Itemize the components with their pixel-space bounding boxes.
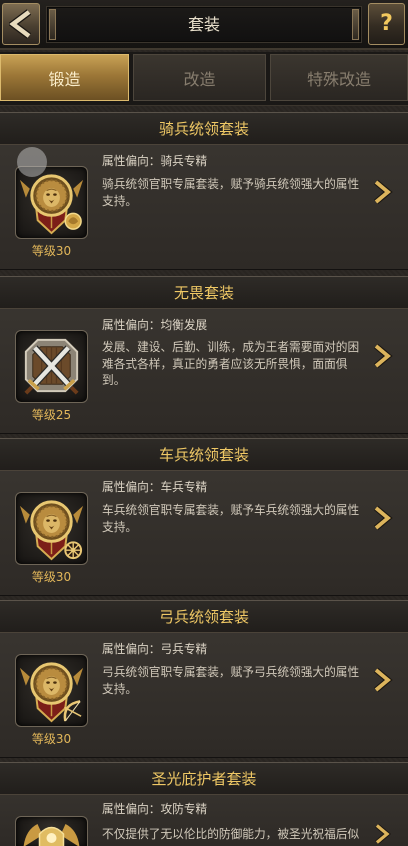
back-arrow-icon [9,9,32,39]
back-button[interactable] [2,3,40,45]
set-level: 等级30 [31,244,72,258]
set-description: 车兵统领官职专属套装，赋予车兵统领强大的属性支持。 [102,503,360,534]
set-description: 骑兵统领官职专属套装，赋予骑兵统领强大的属性支持。 [102,177,360,208]
set-level: 等级30 [31,732,72,746]
holy-guardian-emblem-icon [23,824,80,846]
set-icon-frame [15,330,88,403]
set-attribute: 属性偏向：车兵专精 [102,480,208,494]
tab-special-modify[interactable]: 特殊改造 [270,54,408,101]
chevron-right-icon[interactable] [371,343,393,369]
set-card-archer[interactable]: 弓兵统领套装 等级30 属性偏向：弓兵专精 弓兵统领官职专属套装，赋予弓兵统领强… [0,600,408,758]
title-panel: 套装 [46,6,362,43]
crossed-swords-shield-icon [24,338,79,395]
set-attribute: 属性偏向：骑兵专精 [102,154,208,168]
archer-lion-emblem-icon [19,662,84,723]
top-bar: 套装 ? [0,0,408,50]
question-mark-icon: ? [380,11,393,36]
set-icon-frame [15,654,88,727]
set-level: 等级30 [31,570,72,584]
chevron-right-icon[interactable] [371,667,393,693]
set-attribute: 属性偏向：均衡发展 [102,318,208,332]
chevron-right-icon[interactable] [371,505,393,531]
set-description: 弓兵统领官职专属套装，赋予弓兵统领强大的属性支持。 [102,665,360,696]
set-card-cavalry[interactable]: 骑兵统领套装 等级30 属性偏向：骑兵专精 骑兵统领官职专属套装，赋予骑兵统领强… [0,112,408,270]
set-attribute: 属性偏向：攻防专精 [102,802,208,816]
set-icon-frame [15,492,88,565]
cavalry-lion-emblem-icon [19,174,84,235]
tab-modify[interactable]: 改造 [133,54,266,101]
set-icon-frame [15,166,88,239]
set-card-fearless[interactable]: 无畏套装 等级25 属性偏向：均衡发展 发展、建设、后勤、训练，成为王者需要面对… [0,276,408,434]
chariot-lion-emblem-icon [19,500,84,561]
set-card-holy-guardian[interactable]: 圣光庇护者套装 属性偏向：攻防专精 不仅提供了无以伦比的防御能力，被圣光祝福后似 [0,762,408,846]
set-card-title: 骑兵统领套装 [0,113,408,145]
page-title: 套装 [187,15,220,34]
set-card-title: 圣光庇护者套装 [0,763,408,795]
chevron-right-icon[interactable] [371,179,393,205]
set-attribute: 属性偏向：弓兵专精 [102,642,208,656]
tab-bar: 锻造 改造 特殊改造 [0,52,408,106]
chevron-right-icon[interactable] [371,823,393,845]
set-card-chariot[interactable]: 车兵统领套装 等级30 属性偏向：车兵专精 车兵统领官职专属套装，赋予车兵统领强… [0,438,408,596]
set-card-title: 弓兵统领套装 [0,601,408,633]
set-card-title: 无畏套装 [0,277,408,309]
set-icon-frame [15,816,88,846]
tab-forge[interactable]: 锻造 [0,54,129,101]
help-button[interactable]: ? [368,3,405,45]
touch-indicator [17,147,47,177]
set-description: 不仅提供了无以伦比的防御能力，被圣光祝福后似 [102,827,360,841]
set-level: 等级25 [31,408,72,422]
set-description: 发展、建设、后勤、训练，成为王者需要面对的困难各式各样，真正的勇者应该无所畏惧，… [102,340,360,387]
set-card-title: 车兵统领套装 [0,439,408,471]
